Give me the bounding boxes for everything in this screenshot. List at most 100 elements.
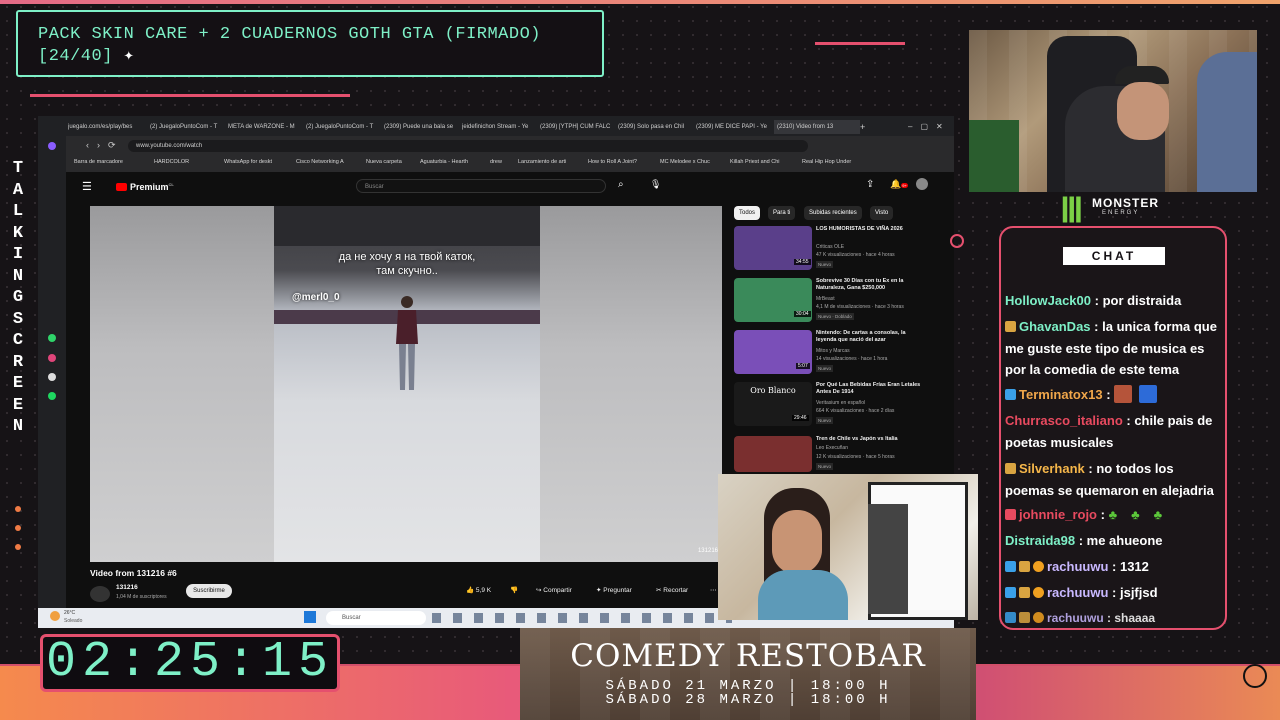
rec-title: Sobrevive 30 Días con tu Ex en la Natura…	[816, 278, 904, 291]
new-tab-icon[interactable]: +	[860, 120, 868, 134]
chat-text: :	[1100, 507, 1105, 522]
chat-username[interactable]: rachuuwu	[1047, 559, 1108, 574]
chip-visto[interactable]: Visto	[870, 206, 894, 220]
video-duration: 29:46	[792, 415, 809, 421]
mic-icon[interactable]: 🎙	[650, 179, 661, 190]
chat-title: CHAT	[1063, 247, 1165, 265]
bookmark[interactable]: drew	[490, 159, 502, 165]
browser-tab[interactable]: META de WARZONE - M	[228, 120, 304, 134]
instagram-icon[interactable]	[48, 354, 56, 362]
chat-username[interactable]: GhavanDas	[1019, 319, 1091, 334]
app-icon[interactable]	[48, 142, 56, 150]
browser-tab[interactable]: jeidefinichon Stream - Ye	[462, 120, 538, 134]
deco-ring	[1243, 664, 1267, 688]
bookmark[interactable]: MC Melodee x Chuc	[660, 159, 710, 165]
bookmark[interactable]: WhatsApp for deskt	[224, 159, 272, 165]
rec-channel: Leo Execuñan	[816, 445, 848, 451]
banner-date-2: SÁBADO 28 MARZO | 18:00 H	[605, 692, 891, 708]
chat-username[interactable]: HollowJack00	[1005, 293, 1091, 308]
chat-username[interactable]: rachuuwu	[1047, 611, 1104, 625]
badge-icon	[1005, 509, 1016, 520]
channel-name[interactable]: 131216	[116, 584, 138, 591]
clip-button[interactable]: ✂ Recortar	[656, 586, 688, 594]
chat-text: : shaaaa	[1107, 611, 1156, 625]
bookmark[interactable]: Real Hip Hop Under	[802, 159, 851, 165]
clip-label: Recortar	[663, 587, 689, 594]
chat-text: : por distraida	[1094, 293, 1182, 308]
bookmark[interactable]: Barra de marcadore	[74, 159, 123, 165]
monster-can	[969, 120, 1019, 192]
browser-tab-active[interactable]: (2310) Video from 13	[774, 120, 860, 134]
chip-subidas-recientes[interactable]: Subidas recientes	[804, 206, 862, 220]
top-accent-strip	[0, 0, 1280, 4]
spotify-icon[interactable]	[48, 392, 56, 400]
chat-text: : me ahueone	[1078, 533, 1163, 548]
menu-icon[interactable]: ☰	[82, 180, 92, 193]
chip-para-ti[interactable]: Para ti	[768, 206, 796, 220]
upload-icon[interactable]: ⇪	[866, 179, 874, 190]
bookmark[interactable]: Cisco Networking A	[296, 159, 344, 165]
dubbed-badge-label: Doblado	[835, 314, 852, 319]
browser-tab[interactable]: (2309) [YTPH] CUM FALC	[540, 120, 616, 134]
rec-views: 664 K visualizaciones · hace 2 días	[816, 408, 895, 414]
bookmark[interactable]: Killah Priest and Chi	[730, 159, 780, 165]
rec-channel: Veritasium en español	[816, 400, 866, 406]
chat-username[interactable]: Distraida98	[1005, 533, 1075, 548]
search-input[interactable]: Buscar	[356, 179, 606, 193]
search-icon[interactable]: ⌕	[618, 179, 624, 190]
window-controls-icon[interactable]: –▢✕	[908, 120, 948, 134]
dislike-icon[interactable]: 👎	[510, 586, 518, 594]
bookmark[interactable]: Aguaturbia - Hearth	[420, 159, 468, 165]
taskbar-search[interactable]: Buscar	[326, 611, 426, 625]
chip-todos[interactable]: Todos	[734, 206, 761, 220]
bell-icon[interactable]: 🔔9+	[890, 179, 908, 190]
browser-tab[interactable]: (2309) Solo pasa en Chil	[618, 120, 694, 134]
chat-username[interactable]: Terminatox13	[1019, 387, 1103, 402]
ask-button[interactable]: ✦ Preguntar	[596, 586, 632, 594]
deco-dot	[15, 506, 21, 512]
bookmark[interactable]: HARDCOLOR	[154, 159, 189, 165]
recommendation-item[interactable]: Oro Blanco 29:46 Por Qué Las Bebidas Frí…	[734, 382, 948, 430]
subtitle-line-1: да не хочу я на твой каток,	[338, 251, 476, 263]
bookmark[interactable]: How to Roll A Joint?	[588, 159, 637, 165]
address-bar[interactable]: www.youtube.com/watch	[128, 140, 808, 152]
notebook-cover-photos	[868, 504, 908, 614]
chat-username[interactable]: Silverhank	[1019, 461, 1085, 476]
share-button[interactable]: ↪ Compartir	[536, 586, 572, 594]
youtube-logo[interactable]: PremiumCL	[116, 182, 174, 192]
chat-username[interactable]: Churrasco_italiano	[1005, 413, 1123, 428]
tiktok-icon[interactable]	[48, 373, 56, 381]
chat-username[interactable]: johnnie_rojo	[1019, 507, 1097, 522]
recommendation-item[interactable]: 34:55 LOS HUMORISTAS DE VIÑA 2026 Critic…	[734, 226, 948, 274]
like-button[interactable]: 👍 5,9 K	[466, 586, 491, 594]
bookmark[interactable]: Nueva carpeta	[366, 159, 402, 165]
bookmark[interactable]: Lanzamiento de arti	[518, 159, 566, 165]
goal-underline	[30, 94, 350, 97]
avatar[interactable]	[916, 178, 928, 190]
browser-tab[interactable]: (2309) ME DICE PAPI - Ye	[696, 120, 772, 134]
youtube-logo-text: Premium	[130, 182, 169, 192]
video-player[interactable]: да не хочу я на твой каток, там скучно.. …	[90, 206, 722, 562]
recommendation-item[interactable]: 5:07 Nintendo: De cartas a consolas, la …	[734, 330, 948, 378]
browser-tab[interactable]: (2309) Puede una bala se	[384, 120, 460, 134]
side-label: TALKING SCREEN	[12, 159, 24, 436]
webcam-streamer	[969, 30, 1257, 192]
chat-username[interactable]: rachuuwu	[1047, 585, 1108, 600]
notification-count: 9+	[901, 183, 908, 188]
nav-arrows-icon[interactable]: ‹›⟳	[86, 140, 124, 151]
person-background	[1197, 52, 1257, 192]
browser-tab[interactable]: (2) JuegaloPuntoCom - T	[306, 120, 382, 134]
browser-tab[interactable]: (2) JuegaloPuntoCom - T	[150, 120, 226, 134]
windows-start-icon[interactable]	[304, 611, 316, 623]
taskbar-app-icons[interactable]	[432, 613, 732, 623]
banner-title: COMEDY RESTOBAR	[570, 638, 926, 674]
channel-avatar[interactable]	[90, 586, 110, 602]
browser-tab[interactable]: juegalo.com/es/play/bes	[68, 120, 148, 134]
more-icon[interactable]: ⋯	[710, 586, 717, 594]
rink-ceiling	[274, 206, 540, 246]
recommendation-item[interactable]: 30:04 Sobrevive 30 Días con tu Ex en la …	[734, 278, 948, 326]
subscribe-button[interactable]: Suscribirme	[186, 584, 232, 598]
deco-dot	[15, 544, 21, 550]
whatsapp-icon[interactable]	[48, 334, 56, 342]
emote-icon	[1138, 385, 1157, 403]
